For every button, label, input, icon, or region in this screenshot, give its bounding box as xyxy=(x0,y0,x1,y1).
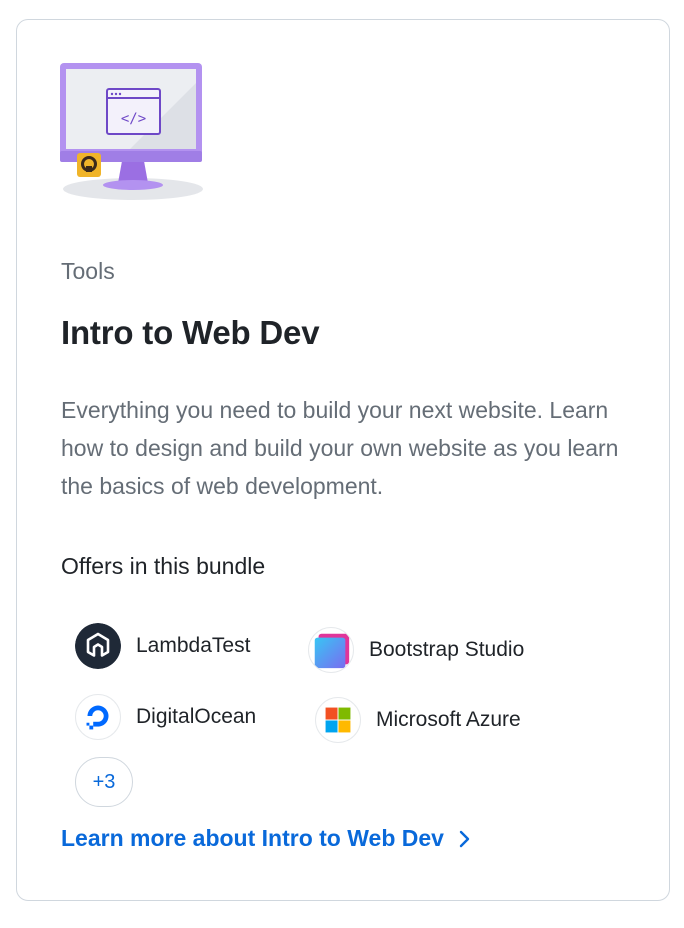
monitor-code-illustration: </> xyxy=(60,63,203,200)
offer-lambdatest[interactable]: LambdaTest xyxy=(75,622,250,670)
bundle-title: Intro to Web Dev xyxy=(61,314,320,351)
offers-heading: Offers in this bundle xyxy=(61,553,266,579)
microsoft-logo-icon xyxy=(315,697,361,743)
lambdatest-logo-icon xyxy=(75,623,121,669)
digitalocean-logo-icon xyxy=(75,694,121,740)
chevron-right-icon xyxy=(459,830,470,847)
offer-name: Bootstrap Studio xyxy=(369,638,525,661)
more-offers-badge[interactable]: +3 xyxy=(75,757,133,807)
offer-digitalocean[interactable]: DigitalOcean xyxy=(75,693,256,741)
learn-more-label: Learn more about Intro to Web Dev xyxy=(61,825,444,851)
offer-microsoft-azure[interactable]: Microsoft Azure xyxy=(315,696,521,744)
offer-name: LambdaTest xyxy=(136,634,251,657)
svg-text:</>: </> xyxy=(121,111,146,127)
bundle-description: Everything you need to build your next w… xyxy=(61,397,619,499)
offer-name: DigitalOcean xyxy=(136,705,257,728)
bootstrap-studio-logo-icon xyxy=(308,627,354,673)
bundle-category: Tools xyxy=(61,258,115,284)
offer-bootstrap-studio[interactable]: Bootstrap Studio xyxy=(308,626,524,674)
learn-more-link[interactable]: Learn more about Intro to Web Dev xyxy=(61,825,472,852)
bundle-card: </> Tools Intro to Web Dev Everything yo… xyxy=(16,19,670,901)
offer-name: Microsoft Azure xyxy=(376,708,521,731)
